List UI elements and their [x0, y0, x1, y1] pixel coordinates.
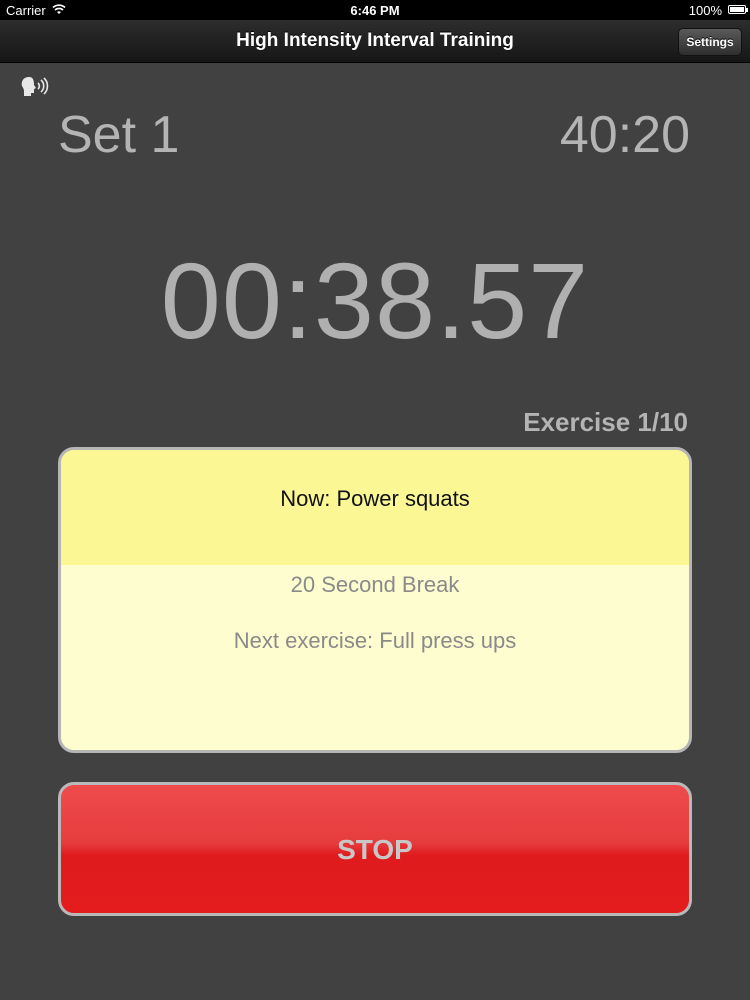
battery-icon [728, 5, 748, 14]
break-label: 20 Second Break [290, 572, 460, 597]
stop-button-label: STOP [337, 834, 413, 865]
settings-button[interactable]: Settings [678, 28, 742, 56]
stop-button[interactable]: STOP [58, 782, 692, 916]
set-label: Set 1 [58, 106, 180, 164]
next-exercise: Next exercise: Full press ups [233, 628, 517, 653]
status-time: 6:46 PM [350, 3, 400, 18]
battery-percent: 100% [688, 3, 722, 18]
app-screen: Carrier 6:46 PM 100% High Intensity Inte… [0, 0, 750, 1000]
current-exercise: Now: Power squats [280, 486, 470, 511]
exercise-info-card: Now: Power squats 20 Second Break Next e… [58, 447, 692, 753]
navigation-bar: High Intensity Interval Training Setting… [0, 20, 750, 63]
total-time: 40:20 [559, 106, 690, 164]
countdown-timer: 00:38.57 [160, 240, 590, 361]
speaking-head-icon[interactable] [20, 75, 50, 99]
page-title: High Intensity Interval Training [236, 30, 514, 51]
status-bar: Carrier 6:46 PM 100% [0, 0, 750, 20]
exercise-counter: Exercise 1/10 [523, 407, 688, 437]
